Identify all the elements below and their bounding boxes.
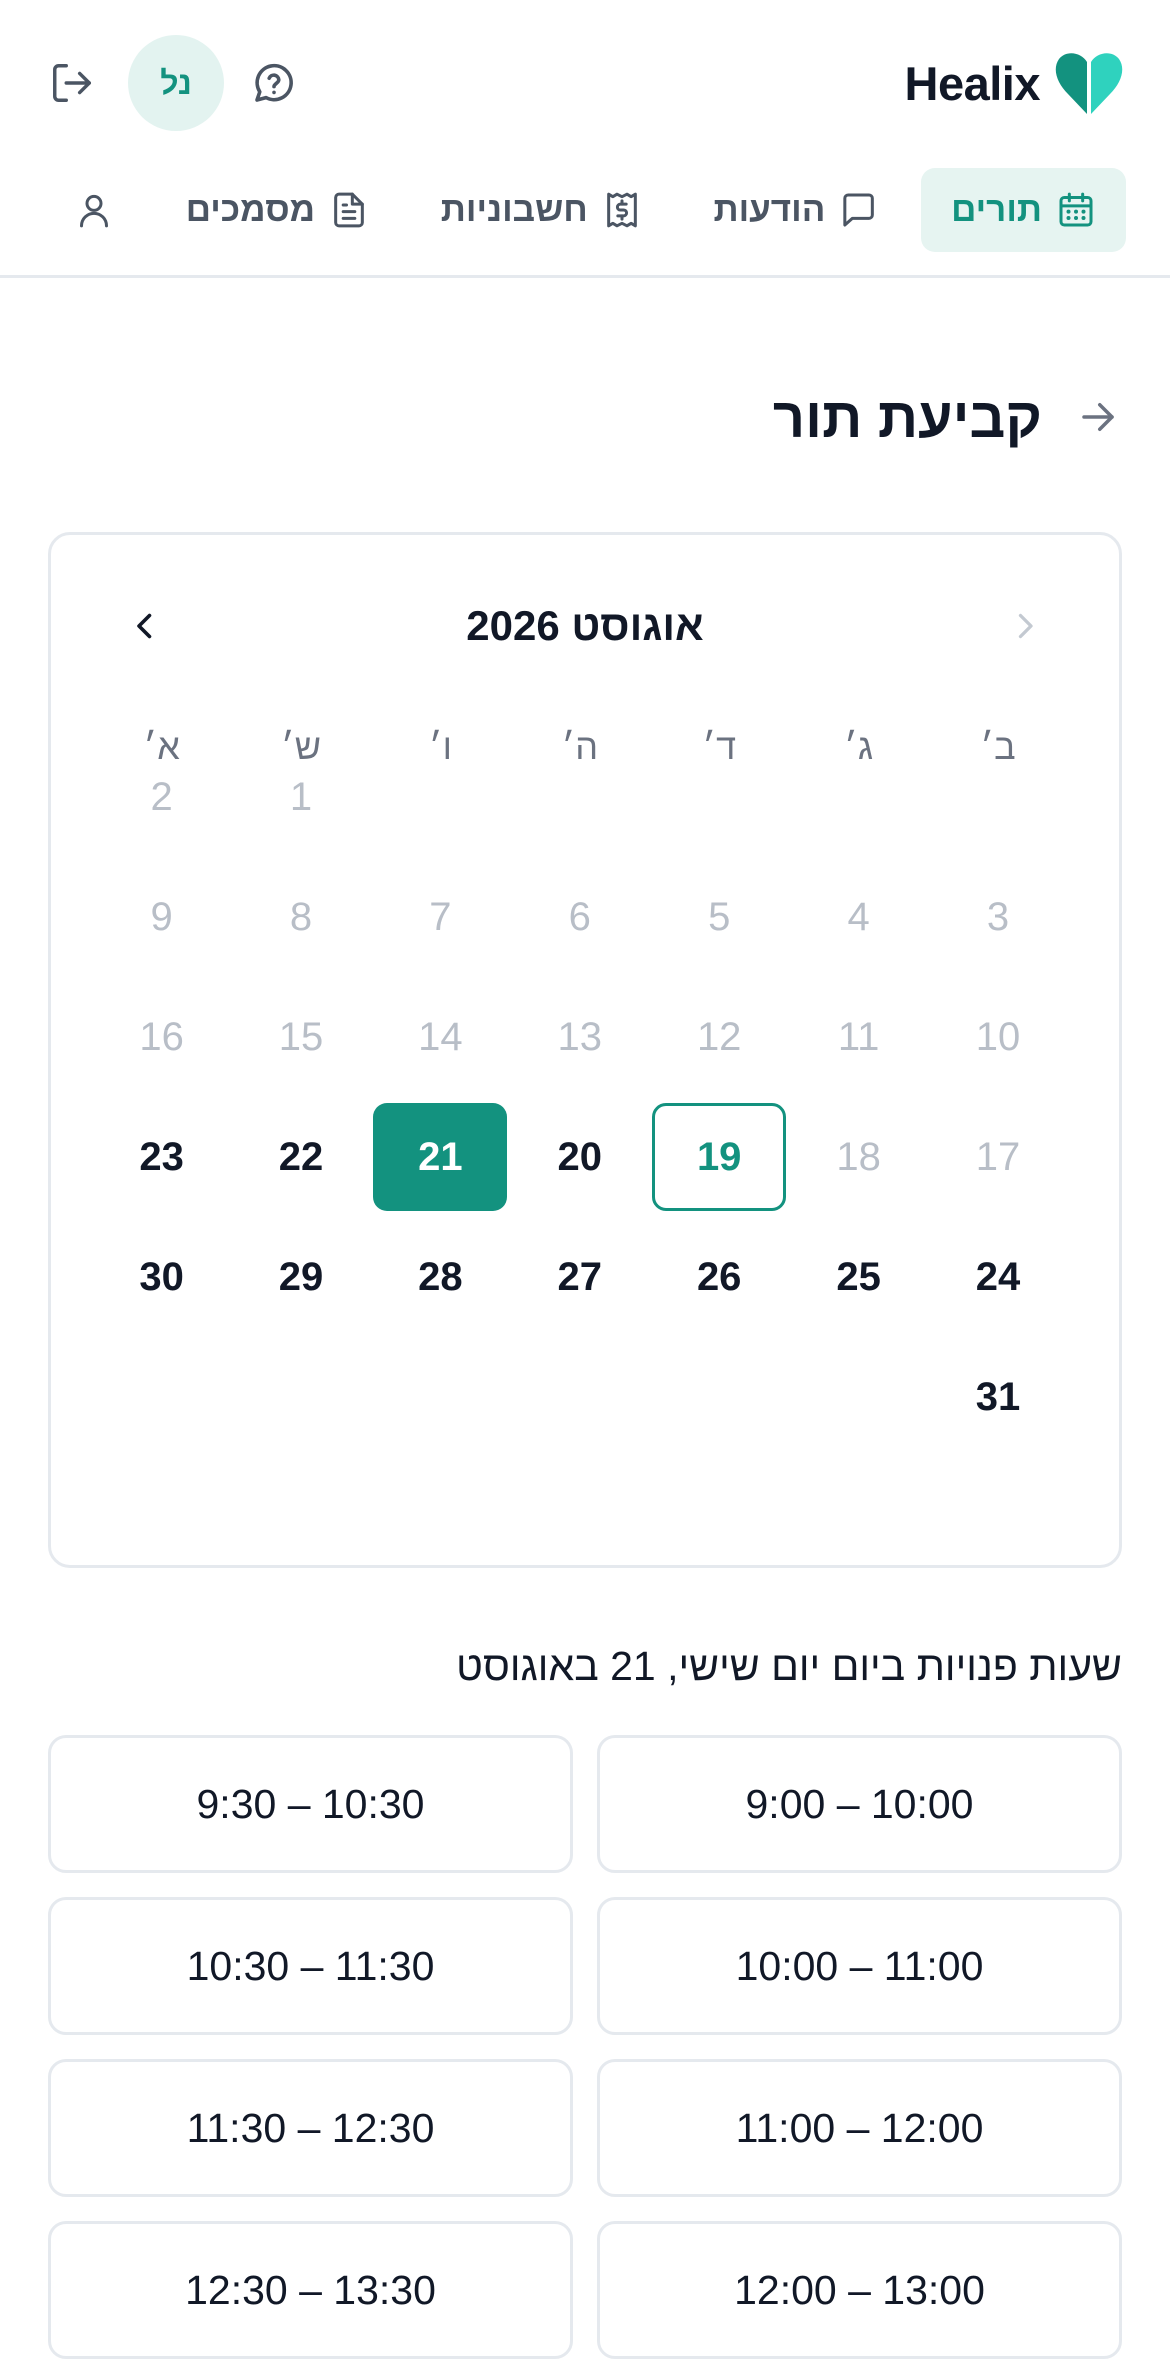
calendar-day-today[interactable]: 19: [652, 1103, 787, 1211]
time-slot-button[interactable]: 11:00 – 12:00: [597, 2059, 1122, 2197]
calendar-day: 8: [289, 895, 313, 939]
document-icon: [334, 192, 364, 228]
calendar-day[interactable]: 20: [513, 1103, 647, 1211]
page-title-row: קביעת תור: [773, 372, 1124, 462]
logout-button[interactable]: [44, 55, 100, 111]
help-chat-icon: [255, 63, 293, 102]
time-slot-button[interactable]: 12:00 – 13:00: [597, 2221, 1122, 2359]
time-slot-button[interactable]: 9:00 – 10:00: [597, 1735, 1122, 1873]
calendar-day[interactable]: 22: [234, 1103, 368, 1211]
calendar-day[interactable]: 25: [792, 1223, 926, 1331]
calendar-day: 3: [986, 895, 1010, 939]
tab-label: תורים: [951, 190, 1042, 229]
heart-logo-icon: [1055, 53, 1123, 114]
back-button[interactable]: [1072, 391, 1124, 443]
time-slot-button[interactable]: 12:30 – 13:30: [48, 2221, 573, 2359]
calendar-day: 10: [975, 1015, 1021, 1059]
time-slot-button[interactable]: 11:30 – 12:30: [48, 2059, 573, 2197]
calendar-icon: [1059, 192, 1093, 227]
calendar-day: 4: [847, 895, 870, 939]
tab-label: מסמכים: [185, 190, 316, 229]
calendar-day[interactable]: 30: [95, 1223, 229, 1331]
calendar-day: 5: [708, 895, 731, 939]
weekday-label: ב׳: [980, 726, 1016, 767]
top-actions: נל: [44, 34, 302, 132]
message-icon: [843, 193, 875, 227]
tab-label: חשבוניות: [440, 190, 588, 229]
tab-label: הודעות: [713, 190, 826, 229]
calendar-day: 1: [289, 775, 313, 819]
arrow-right-icon: [1082, 403, 1114, 431]
available-slots-label: שעות פנויות ביום יום שישי, 21 באוגוסט: [456, 1643, 1122, 1689]
calendar-day: 13: [557, 1015, 603, 1059]
tab-messages[interactable]: הודעות: [683, 168, 909, 252]
time-slot-button[interactable]: 10:00 – 11:00: [597, 1897, 1122, 2035]
brand[interactable]: Healix: [905, 44, 1124, 122]
calendar-day[interactable]: 24: [931, 1223, 1065, 1331]
calendar-card: אוגוסט 2026 ב׳ ג׳ ד׳ ה׳ ו׳ ש׳ א׳ 1 2 3 4 5 6 7 8 9 10 11 1…: [48, 532, 1122, 1568]
calendar-day[interactable]: 29: [234, 1223, 368, 1331]
calendar-day-selected[interactable]: 21: [373, 1103, 508, 1211]
calendar-day: 7: [429, 895, 452, 939]
calendar-day: 2: [150, 775, 173, 819]
app-header: Healix נל תורים הודעות חשבוניות מסמכים: [0, 0, 1170, 278]
calendar-day: 9: [150, 895, 173, 939]
calendar-day[interactable]: 28: [373, 1223, 507, 1331]
calendar-day: 12: [696, 1015, 742, 1059]
time-slot-button[interactable]: 10:30 – 11:30: [48, 1897, 573, 2035]
calendar-day: 16: [139, 1015, 184, 1059]
user-avatar[interactable]: נל: [128, 35, 224, 131]
calendar-day: 18: [836, 1135, 881, 1179]
weekday-label: ד׳: [702, 726, 737, 767]
tab-documents[interactable]: מסמכים: [156, 168, 399, 252]
tab-profile[interactable]: [44, 168, 144, 252]
calendar-day: 14: [418, 1015, 463, 1059]
calendar-day: 11: [837, 1015, 880, 1059]
calendar-grid: ב׳ ג׳ ד׳ ה׳ ו׳ ש׳ א׳ 1 2 3 4 5 6 7 8 9 10 11 12 13 14 15 16 17 1…: [111, 535, 1065, 1565]
weekday-label: ה׳: [561, 726, 599, 767]
calendar-day: 6: [568, 895, 591, 939]
weekday-label: ג׳: [844, 726, 874, 767]
help-button[interactable]: [246, 55, 302, 111]
main-nav: תורים הודעות חשבוניות מסמכים: [44, 168, 1126, 252]
calendar-day: 15: [278, 1015, 324, 1059]
page-title: קביעת תור: [772, 385, 1042, 449]
weekday-label: ו׳: [428, 726, 452, 767]
tab-invoices[interactable]: חשבוניות: [411, 168, 672, 252]
user-icon: [80, 194, 108, 228]
calendar-day: 17: [975, 1135, 1021, 1179]
tab-appointments[interactable]: תורים: [921, 168, 1126, 252]
time-slot-button[interactable]: 9:30 – 10:30: [48, 1735, 573, 1873]
calendar-day[interactable]: 31: [931, 1343, 1065, 1451]
logout-icon: [53, 64, 91, 102]
calendar-day[interactable]: 26: [652, 1223, 786, 1331]
calendar-day[interactable]: 23: [95, 1103, 229, 1211]
calendar-day[interactable]: 27: [513, 1223, 647, 1331]
brand-name: Healix: [904, 56, 1041, 110]
receipt-icon: [606, 192, 637, 228]
